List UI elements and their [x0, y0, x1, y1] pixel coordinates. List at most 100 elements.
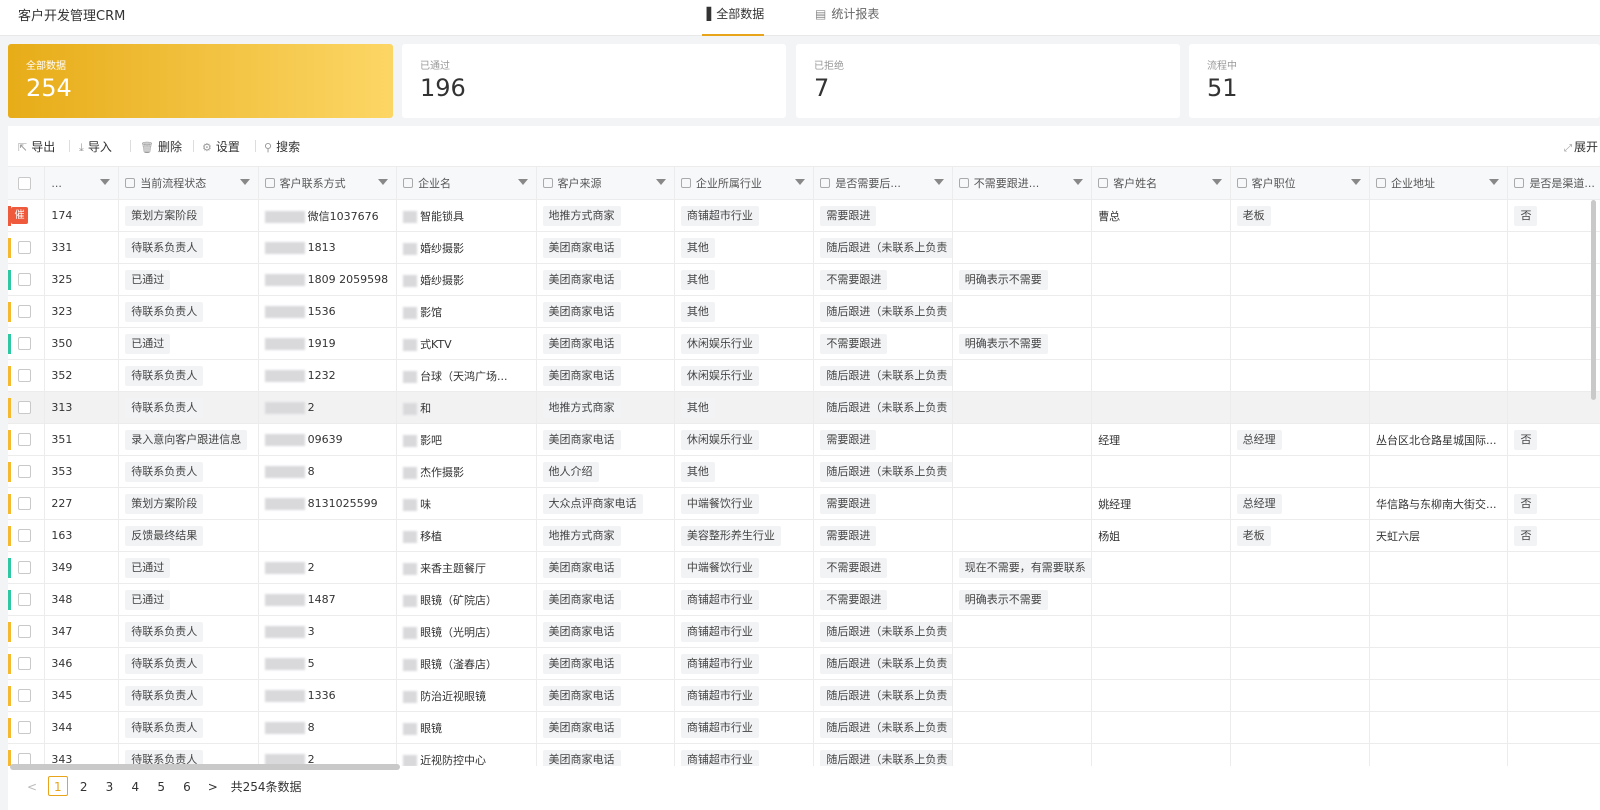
industry-cell[interactable]: 休闲娱乐行业	[674, 359, 815, 392]
customer-name-cell[interactable]	[1091, 615, 1231, 648]
source-cell[interactable]: 美团商家电话	[536, 583, 675, 616]
source-cell[interactable]: 美团商家电话	[536, 551, 675, 584]
company-cell[interactable]: 和	[396, 391, 537, 424]
industry-cell[interactable]: 其他	[674, 295, 815, 328]
company-cell[interactable]: 眼镜（滏春店）	[396, 647, 537, 680]
table-row[interactable]: 350 已通过 1919 式KTV 美团商家电话 休闲娱乐行业 不需要跟进 明确表示不需要	[8, 327, 1600, 360]
address-cell[interactable]	[1369, 295, 1509, 328]
id-cell[interactable]: 349	[44, 551, 120, 584]
table-row[interactable]: 325 已通过 1809 2059598 婚纱摄影 美团商家电话 其他 不需要跟进 明确表示不…	[8, 263, 1600, 296]
page-1[interactable]: 1	[47, 776, 68, 796]
status-cell[interactable]: 待联系负责人	[118, 615, 259, 648]
status-cell[interactable]: 待联系负责人	[118, 359, 259, 392]
contact-cell[interactable]: 2	[258, 551, 398, 584]
reason-cell[interactable]	[952, 615, 1093, 648]
table-row[interactable]: 352 待联系负责人 1232 台球（天鸿广场... 美团商家电话 休闲娱乐行业 随后跟进（…	[8, 359, 1600, 392]
status-cell[interactable]: 策划方案阶段	[118, 487, 259, 520]
channel-cell[interactable]: 否	[1507, 423, 1600, 456]
table-row[interactable]: 345 待联系负责人 1336 防治近视眼镜 美团商家电话 商铺超市行业 随后跟进（未联系上…	[8, 679, 1600, 712]
address-cell[interactable]	[1369, 231, 1509, 264]
chevron-down-icon[interactable]	[1073, 179, 1084, 185]
position-cell[interactable]	[1230, 551, 1371, 584]
reason-cell[interactable]	[952, 295, 1093, 328]
row-select-cell[interactable]	[8, 711, 46, 744]
reason-cell[interactable]	[952, 743, 1093, 766]
source-cell[interactable]: 美团商家电话	[536, 743, 675, 766]
row-select-cell[interactable]	[8, 327, 46, 360]
reason-cell[interactable]: 明确表示不需要	[952, 583, 1093, 616]
follow-up-cell[interactable]: 不需要跟进	[813, 583, 953, 616]
id-cell[interactable]: 345	[44, 679, 120, 712]
reason-cell[interactable]	[952, 391, 1093, 424]
position-cell[interactable]	[1230, 263, 1371, 296]
column-header-channel[interactable]: 是否是渠道...	[1507, 166, 1600, 200]
status-cell[interactable]: 已通过	[118, 327, 259, 360]
source-cell[interactable]: 美团商家电话	[536, 359, 675, 392]
table-row[interactable]: 346 待联系负责人 5 眼镜（滏春店） 美团商家电话 商铺超市行业 随后跟进（未联系上负责	[8, 647, 1600, 680]
status-cell[interactable]: 待联系负责人	[118, 295, 259, 328]
address-cell[interactable]	[1369, 263, 1509, 296]
channel-cell[interactable]	[1507, 711, 1600, 744]
row-checkbox[interactable]	[18, 465, 31, 479]
table-row[interactable]: 163 反馈最终结果 移植 地推方式商家 美容整形养生行业 需要跟进 杨姐 老板 天虹六层 否	[8, 519, 1600, 552]
id-cell[interactable]: 227	[44, 487, 120, 520]
status-cell[interactable]: 待联系负责人	[118, 455, 259, 488]
position-cell[interactable]	[1230, 743, 1371, 766]
position-cell[interactable]: 老板	[1230, 199, 1371, 232]
status-cell[interactable]: 待联系负责人	[118, 711, 259, 744]
contact-cell[interactable]: 2	[258, 743, 398, 766]
source-cell[interactable]: 地推方式商家	[536, 391, 675, 424]
table-row[interactable]: 催 174 策划方案阶段 微信1037676 智能锁具 地推方式商家 商铺超市行业 需要跟进 曹…	[8, 199, 1600, 232]
chevron-down-icon[interactable]	[795, 179, 806, 185]
row-select-cell[interactable]	[8, 231, 46, 264]
id-cell[interactable]: 325	[44, 263, 120, 296]
address-cell[interactable]	[1369, 455, 1509, 488]
company-cell[interactable]: 台球（天鸿广场...	[396, 359, 537, 392]
row-select-cell[interactable]	[8, 487, 46, 520]
position-cell[interactable]	[1230, 647, 1371, 680]
reason-cell[interactable]: 明确表示不需要	[952, 327, 1093, 360]
status-cell[interactable]: 已通过	[118, 551, 259, 584]
source-cell[interactable]: 大众点评商家电话	[536, 487, 675, 520]
customer-name-cell[interactable]: 杨姐	[1091, 519, 1231, 552]
id-cell[interactable]: 174	[44, 199, 120, 232]
industry-cell[interactable]: 其他	[674, 455, 815, 488]
company-cell[interactable]: 智能锁具	[396, 199, 537, 232]
source-cell[interactable]: 美团商家电话	[536, 615, 675, 648]
contact-cell[interactable]: 09639	[258, 423, 398, 456]
contact-cell[interactable]: 5	[258, 647, 398, 680]
address-cell[interactable]	[1369, 615, 1509, 648]
chevron-down-icon[interactable]	[1489, 179, 1500, 185]
column-header-company[interactable]: 企业名	[396, 166, 537, 200]
follow-up-cell[interactable]: 随后跟进（未联系上负责	[813, 455, 953, 488]
channel-cell[interactable]	[1507, 263, 1600, 296]
table-row[interactable]: 313 待联系负责人 2 和 地推方式商家 其他 随后跟进（未联系上负责	[8, 391, 1600, 424]
status-cell[interactable]: 已通过	[118, 263, 259, 296]
contact-cell[interactable]: 8131025599	[258, 487, 398, 520]
id-cell[interactable]: 331	[44, 231, 120, 264]
position-cell[interactable]	[1230, 615, 1371, 648]
reason-cell[interactable]: 现在不需要，有需要联系	[952, 551, 1093, 584]
table-row[interactable]: 323 待联系负责人 1536 影馆 美团商家电话 其他 随后跟进（未联系上负责	[8, 295, 1600, 328]
position-cell[interactable]	[1230, 679, 1371, 712]
reason-cell[interactable]	[952, 231, 1093, 264]
import-button[interactable]: ⤓ 导入	[79, 138, 112, 155]
channel-cell[interactable]	[1507, 679, 1600, 712]
tab-all-data[interactable]: ▐ 全部数据	[702, 5, 765, 36]
expand-button[interactable]: ⤢ 展开	[1564, 138, 1598, 155]
company-cell[interactable]: 移植	[396, 519, 537, 552]
status-cell[interactable]: 待联系负责人	[118, 391, 259, 424]
industry-cell[interactable]: 商铺超市行业	[674, 743, 815, 766]
address-cell[interactable]	[1369, 199, 1509, 232]
contact-cell[interactable]: 3	[258, 615, 398, 648]
id-cell[interactable]: 163	[44, 519, 120, 552]
stat-card-passed[interactable]: 已通过 196	[402, 44, 786, 118]
horizontal-scrollbar[interactable]	[10, 764, 400, 770]
select-all-cell[interactable]	[8, 166, 46, 200]
source-cell[interactable]: 美团商家电话	[536, 327, 675, 360]
channel-cell[interactable]: 否	[1507, 487, 1600, 520]
search-button[interactable]: ⚲ 搜索	[264, 138, 300, 155]
follow-up-cell[interactable]: 随后跟进（未联系上负责	[813, 647, 953, 680]
stat-card-in-progress[interactable]: 流程中 51	[1189, 44, 1600, 118]
contact-cell[interactable]: 1487	[258, 583, 398, 616]
